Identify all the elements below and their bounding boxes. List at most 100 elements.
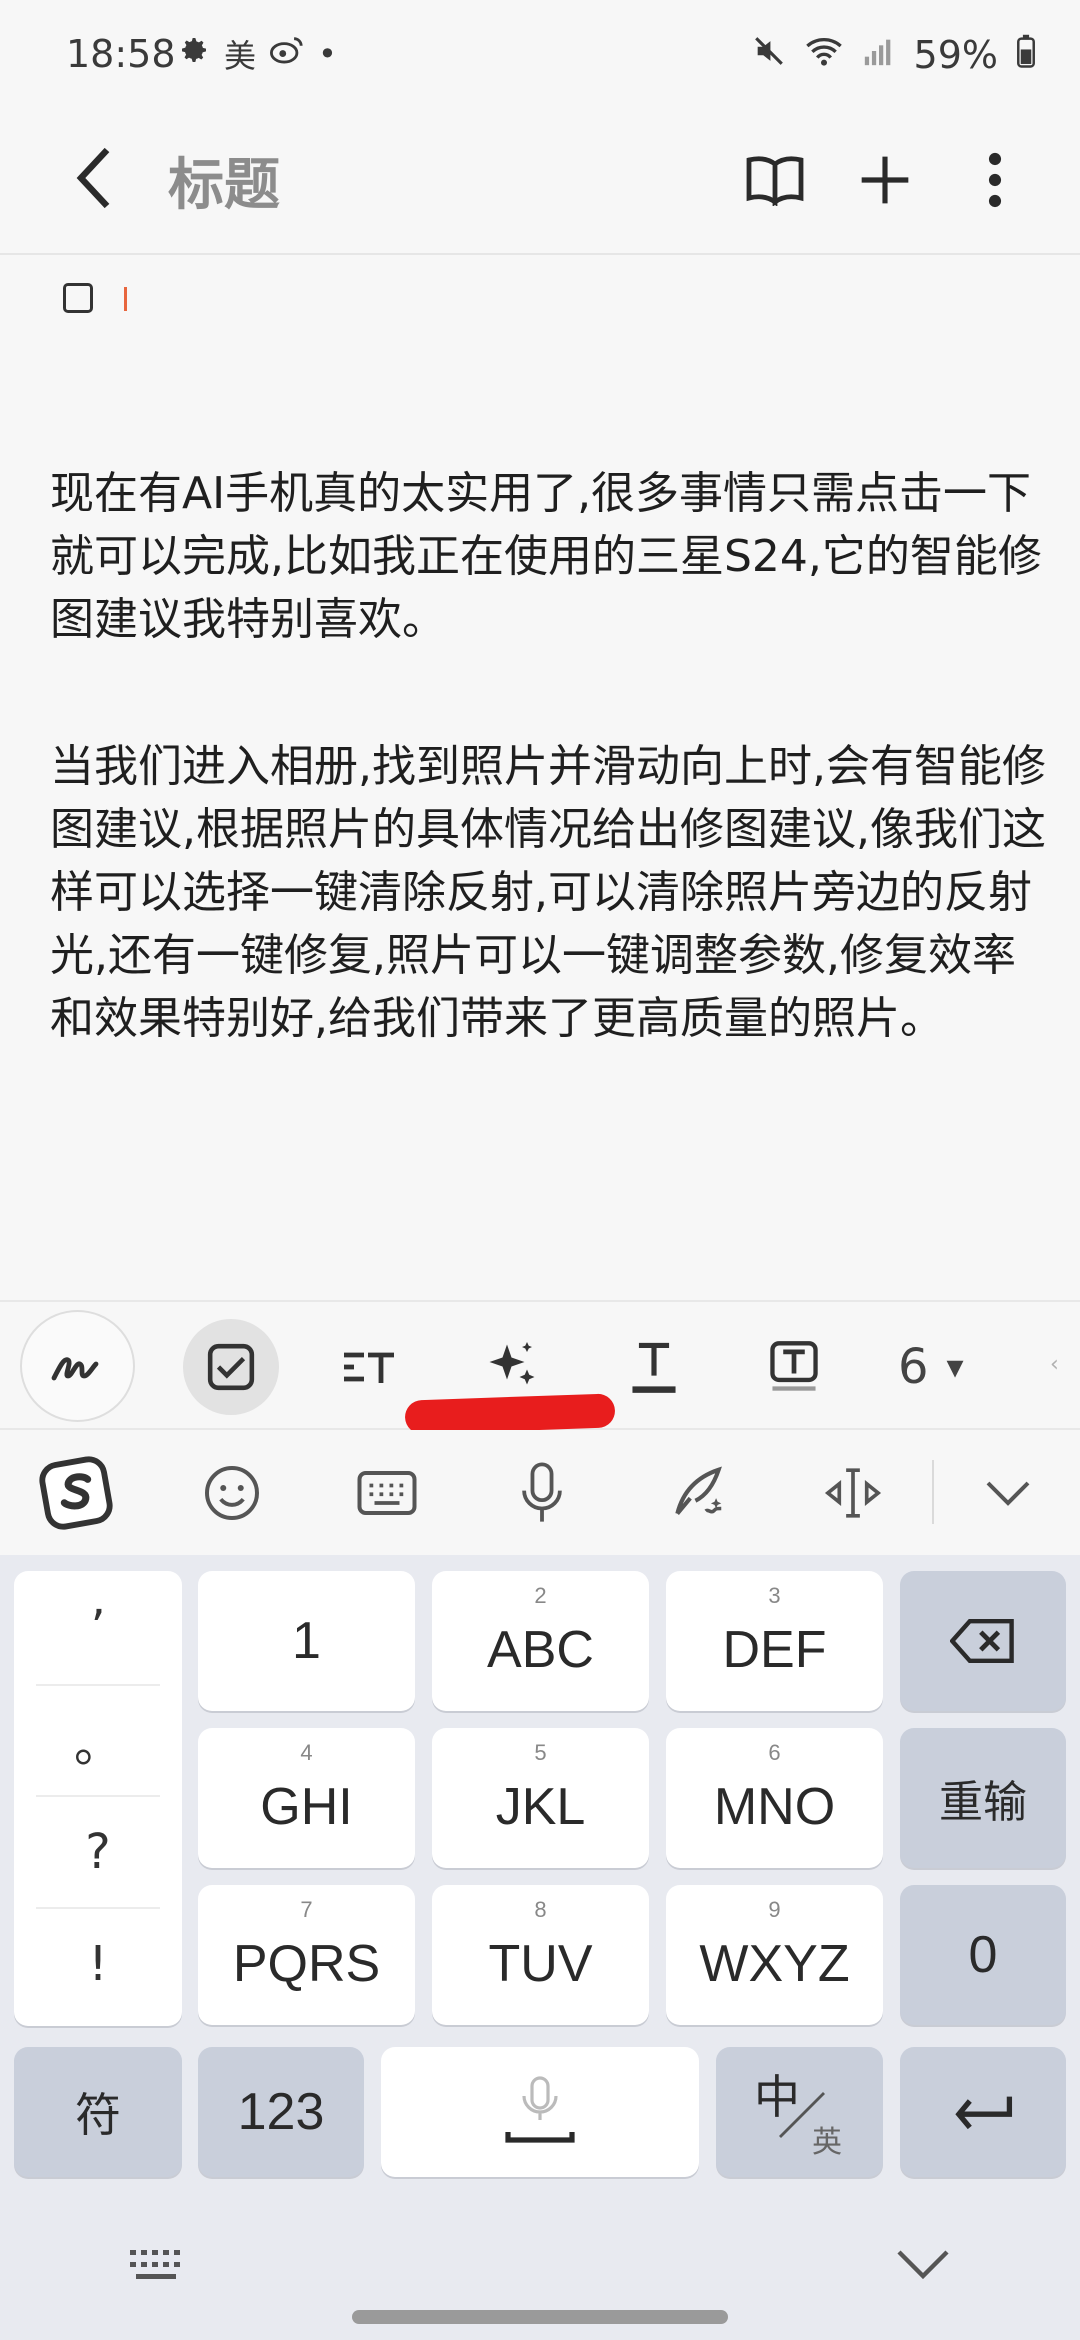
key-4-number: 4 xyxy=(300,1740,313,1765)
key-5-jkl[interactable]: 5 JKL xyxy=(432,1728,649,1868)
key-4-ghi[interactable]: 4 GHI xyxy=(198,1728,415,1868)
checklist-checkbox[interactable] xyxy=(63,283,93,313)
symbols-key-label: 符 xyxy=(75,2089,121,2141)
more-vertical-icon xyxy=(988,152,1002,208)
key-1[interactable]: 1 xyxy=(198,1571,415,1711)
status-notification-icons: 美 • xyxy=(178,34,337,75)
chevron-down-icon xyxy=(897,2250,949,2280)
status-time: 18:58 xyxy=(66,32,176,76)
enter-key[interactable] xyxy=(900,2047,1066,2177)
more-options-button[interactable] xyxy=(940,140,1050,220)
key-1-label: 1 xyxy=(292,1612,321,1670)
mute-icon xyxy=(752,33,786,77)
microphone-icon xyxy=(522,1461,562,1522)
backspace-icon xyxy=(950,1619,1014,1663)
back-button[interactable] xyxy=(58,138,128,218)
annotation-underline xyxy=(404,1393,616,1435)
key-8-number: 8 xyxy=(534,1897,547,1922)
note-paragraph-2[interactable]: 当我们进入相册,找到照片并滑动向上时,会有智能修图建议,根据照片的具体情况给出修… xyxy=(50,735,1050,1050)
punct-comma-key[interactable]: ’ xyxy=(14,1573,182,1683)
punctuation-column: ’ 。 ? ! xyxy=(14,1571,182,2026)
text-background-button[interactable] xyxy=(744,1302,844,1432)
note-editor[interactable]: 现在有AI手机真的太实用了,很多事情只需点击一下就可以完成,比如我正在使用的三星… xyxy=(0,257,1080,1300)
language-switch-key[interactable]: 中 英 xyxy=(716,2047,883,2177)
key-5-label: JKL xyxy=(495,1778,586,1836)
keyboard-picker-button[interactable] xyxy=(128,2246,188,2286)
quill-icon xyxy=(675,1465,722,1515)
handwriting-input-button[interactable] xyxy=(648,1430,748,1555)
key-2-number: 2 xyxy=(534,1583,547,1608)
emoji-icon xyxy=(205,1465,259,1520)
key-7-pqrs[interactable]: 7 PQRS xyxy=(198,1885,415,2025)
meituan-icon: 美 xyxy=(224,37,257,75)
key-3-def[interactable]: 3 DEF xyxy=(666,1571,883,1711)
numbers-key-label: 123 xyxy=(237,2083,325,2141)
symbols-key[interactable]: 符 xyxy=(14,2047,182,2177)
key-6-mno[interactable]: 6 MNO xyxy=(666,1728,883,1868)
key-2-abc[interactable]: 2 ABC xyxy=(432,1571,649,1711)
sogou-logo-button[interactable] xyxy=(26,1430,126,1555)
text-style-icon xyxy=(344,1352,394,1383)
language-sub-label: 英 xyxy=(812,2126,842,2159)
key-2-label: ABC xyxy=(487,1621,594,1679)
space-key[interactable] xyxy=(381,2047,699,2177)
key-9-wxyz[interactable]: 9 WXYZ xyxy=(666,1885,883,2025)
key-9-label: WXYZ xyxy=(699,1935,850,1993)
key-8-label: TUV xyxy=(488,1935,593,1993)
text-background-icon xyxy=(770,1341,818,1391)
status-bar: 18:58 美 • 59% xyxy=(0,0,1080,110)
voice-input-button[interactable] xyxy=(492,1430,592,1555)
emoji-button[interactable] xyxy=(182,1430,282,1555)
chevron-left-icon xyxy=(76,147,110,209)
font-size-dropdown[interactable]: 6 ▾ xyxy=(898,1302,964,1432)
key-7-label: PQRS xyxy=(232,1935,381,1993)
key-8-tuv[interactable]: 8 TUV xyxy=(432,1885,649,2025)
home-indicator[interactable] xyxy=(352,2310,728,2324)
handwriting-button[interactable] xyxy=(20,1310,135,1422)
text-color-button[interactable] xyxy=(604,1302,704,1432)
note-paragraph-1[interactable]: 现在有AI手机真的太实用了,很多事情只需点击一下就可以完成,比如我正在使用的三星… xyxy=(50,462,1050,651)
punct-exclaim-key[interactable]: ! xyxy=(14,1909,182,2019)
checkbox-button[interactable] xyxy=(183,1319,279,1415)
add-button[interactable] xyxy=(830,140,940,220)
reading-mode-button[interactable] xyxy=(720,140,830,220)
enter-icon xyxy=(955,2096,1013,2130)
status-system-icons: 59% xyxy=(752,30,1036,80)
backspace-key[interactable] xyxy=(900,1571,1066,1711)
handwriting-icon xyxy=(51,1357,98,1381)
navigation-bar xyxy=(0,2200,1080,2340)
dropdown-arrow-icon: ▾ xyxy=(946,1347,964,1387)
numbers-key[interactable]: 123 xyxy=(198,2047,364,2177)
formatting-toolbar: 6 ▾ ‹ xyxy=(0,1300,1080,1435)
key-3-number: 3 xyxy=(768,1583,781,1608)
font-size-value: 6 xyxy=(898,1339,929,1395)
app-bar: 标题 xyxy=(0,110,1080,255)
key-0[interactable]: 0 xyxy=(900,1885,1066,2025)
punct-period-key[interactable]: 。 xyxy=(14,1685,182,1795)
punct-question-key[interactable]: ? xyxy=(14,1797,182,1907)
key-4-label: GHI xyxy=(260,1778,353,1836)
reenter-key[interactable]: 重输 xyxy=(900,1728,1066,1868)
hide-keyboard-button[interactable] xyxy=(895,2248,951,2284)
key-3-label: DEF xyxy=(722,1621,827,1679)
space-mic-icon xyxy=(505,2076,575,2143)
wifi-icon xyxy=(804,33,844,77)
plus-icon xyxy=(861,156,909,204)
scroll-more-indicator: ‹ xyxy=(1050,1352,1059,1377)
sogou-logo-icon xyxy=(39,1455,113,1530)
text-color-icon xyxy=(632,1342,676,1393)
battery-percent: 59% xyxy=(913,33,998,77)
keyboard-switch-button[interactable] xyxy=(337,1430,437,1555)
note-title[interactable]: 标题 xyxy=(168,140,280,221)
status-dot: • xyxy=(318,35,337,73)
key-6-number: 6 xyxy=(768,1740,781,1765)
book-icon xyxy=(746,156,804,206)
cursor-move-icon xyxy=(824,1467,882,1518)
toolbar-divider xyxy=(932,1460,934,1524)
battery-icon xyxy=(1016,33,1036,77)
collapse-keyboard-button[interactable] xyxy=(958,1430,1058,1555)
cursor-move-button[interactable] xyxy=(803,1430,903,1555)
weibo-icon xyxy=(270,35,304,73)
key-9-number: 9 xyxy=(768,1897,781,1922)
signal-icon xyxy=(862,33,896,77)
